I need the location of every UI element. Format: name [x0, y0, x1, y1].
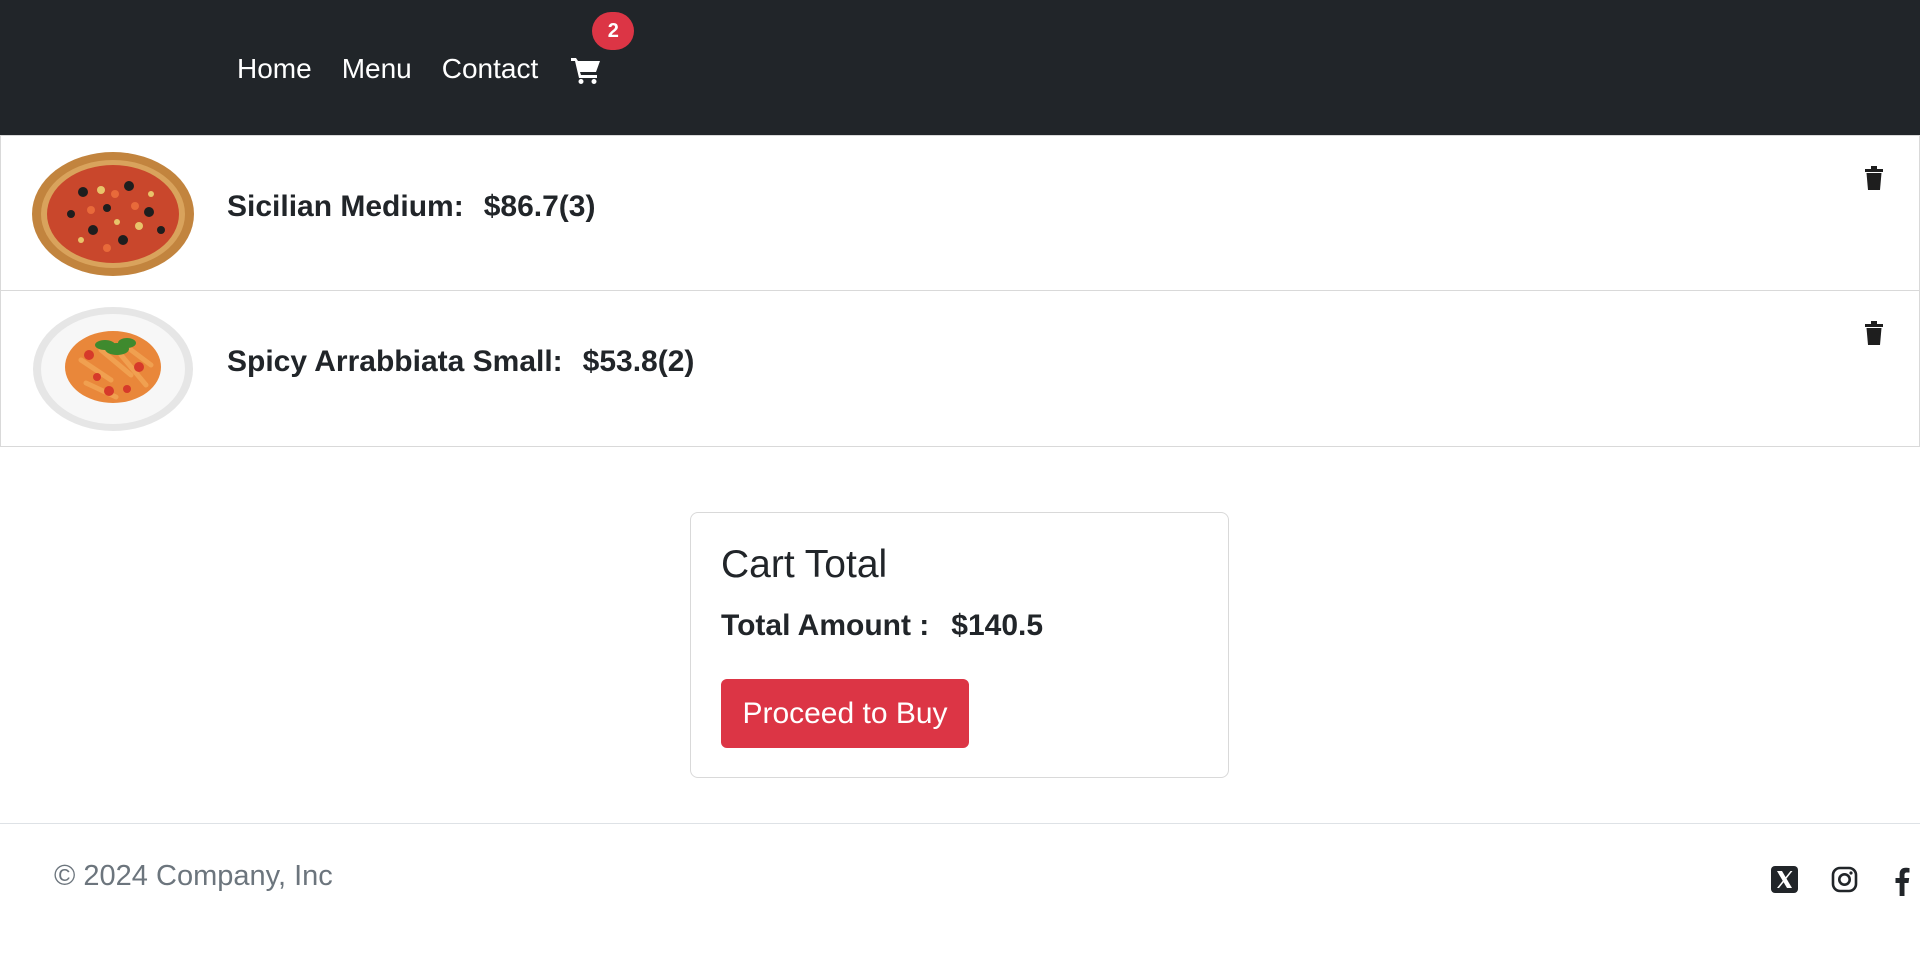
- cart-item-text: Sicilian Medium: $86.7(3): [227, 190, 595, 224]
- instagram-icon[interactable]: [1831, 866, 1858, 893]
- total-amount-label: Total Amount :: [721, 609, 930, 642]
- shopping-cart-icon: [571, 58, 601, 84]
- cart-total-title: Cart Total: [721, 543, 888, 586]
- pizza-image: [32, 152, 194, 276]
- cart-button[interactable]: 2: [568, 12, 635, 88]
- total-amount-line: Total Amount : $140.5: [721, 609, 1043, 643]
- cart-item-name: Spicy Arrabbiata Small:: [227, 345, 563, 378]
- total-amount-value: $140.5: [951, 609, 1044, 642]
- cart-item: Spicy Arrabbiata Small: $53.8(2): [0, 291, 1920, 447]
- footer-divider: [0, 823, 1920, 824]
- trash-icon[interactable]: [1865, 166, 1883, 190]
- cart-items-list: Sicilian Medium: $86.7(3) Spicy Arrabbia…: [0, 135, 1920, 447]
- cart-item-price: $86.7(3): [483, 190, 596, 223]
- nav-home-link[interactable]: Home: [237, 50, 312, 88]
- cart-item-price: $53.8(2): [582, 345, 695, 378]
- cart-item-text: Spicy Arrabbiata Small: $53.8(2): [227, 345, 694, 379]
- navbar: Home Menu Contact 2: [0, 0, 1920, 135]
- cart-item: Sicilian Medium: $86.7(3): [0, 135, 1920, 291]
- copyright-text: © 2024 Company, Inc: [54, 860, 333, 892]
- proceed-to-buy-button[interactable]: Proceed to Buy: [721, 679, 969, 748]
- pasta-image: [33, 307, 193, 431]
- x-icon[interactable]: [1771, 866, 1798, 893]
- trash-icon[interactable]: [1865, 321, 1883, 345]
- cart-total-card: Cart Total Total Amount : $140.5 Proceed …: [690, 512, 1229, 778]
- cart-item-name: Sicilian Medium:: [227, 190, 464, 223]
- nav-menu-link[interactable]: Menu: [342, 50, 412, 88]
- nav-links: Home Menu Contact 2: [237, 12, 635, 88]
- cart-count-badge: 2: [592, 12, 635, 50]
- nav-contact-link[interactable]: Contact: [442, 50, 539, 88]
- facebook-icon[interactable]: [1894, 866, 1910, 896]
